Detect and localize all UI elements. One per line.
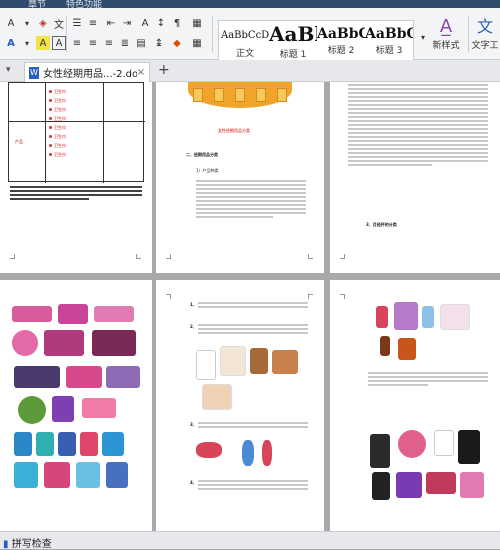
sub-heading: 1）产品种类: [196, 168, 219, 173]
page-table: 产品 卫生巾 卫生巾 卫生巾 卫生巾 卫生巾 卫生巾 卫生巾 卫生巾: [8, 82, 145, 183]
ribbon-divider: [468, 16, 469, 52]
font-color-icon[interactable]: A: [4, 36, 18, 50]
close-tab-icon[interactable]: ×: [137, 67, 145, 78]
section-heading: 3、月经杯的分类: [366, 222, 397, 227]
dropdown-icon[interactable]: ▾: [20, 36, 34, 50]
tab-nav-icon[interactable]: ▾: [6, 65, 11, 75]
borders-icon[interactable]: ▦: [190, 16, 204, 30]
page-1: 产品 卫生巾 卫生巾 卫生巾 卫生巾 卫生巾 卫生巾 卫生巾 卫生巾: [0, 82, 152, 273]
page-text-block: [198, 324, 308, 336]
table-cell-list: 卫生巾 卫生巾 卫生巾 卫生巾 卫生巾 卫生巾 卫生巾 卫生巾: [49, 87, 66, 159]
numbering-icon[interactable]: ≡: [86, 16, 100, 30]
document-tab-title: 女性经期用品...-2.doc: [43, 69, 137, 80]
show-marks-icon[interactable]: ¶: [170, 16, 184, 30]
sort-icon[interactable]: ↕: [154, 16, 168, 30]
diagram-caption: 女性经期用品分类: [218, 128, 250, 133]
category-diagram: [188, 82, 292, 108]
page-text-block: [348, 84, 488, 168]
list-item-number: 4、: [190, 480, 197, 485]
table-borders-icon[interactable]: ▦: [190, 36, 204, 50]
bullets-icon[interactable]: ☰: [70, 16, 84, 30]
spell-check-status[interactable]: ▮ 拼写检查: [3, 535, 52, 550]
table-row-label: 产品: [15, 139, 23, 144]
page-6: [330, 280, 500, 531]
section-heading: 二、经期用品分类: [186, 152, 218, 157]
page-text-block: [198, 302, 308, 310]
text-tool-button[interactable]: 文 文字工: [470, 16, 500, 60]
style-heading-1[interactable]: AaBl 标题 1: [269, 21, 317, 65]
page-text-block: [368, 372, 488, 388]
ribbon-divider: [212, 16, 213, 52]
dropdown-icon[interactable]: ▾: [20, 16, 34, 30]
clear-format-icon[interactable]: ◈: [36, 16, 50, 30]
new-style-label: 新样式: [432, 41, 460, 51]
page-text-block: [10, 186, 142, 202]
document-tab-bar: ▾ W 女性经期用品...-2.doc × +: [0, 60, 500, 82]
status-bar: ▮ 拼写检查: [0, 531, 500, 550]
char-border-icon[interactable]: A: [52, 36, 66, 50]
align-center-icon[interactable]: ≡: [86, 36, 100, 50]
document-tab[interactable]: W 女性经期用品...-2.doc ×: [24, 62, 150, 82]
line-spacing-icon[interactable]: ↨: [152, 36, 166, 50]
list-item-number: 3、: [190, 422, 197, 427]
decrease-indent-icon[interactable]: ⇤: [104, 16, 118, 30]
style-heading-2[interactable]: AaBbCc 标题 2: [317, 21, 365, 65]
highlight-icon[interactable]: A: [36, 36, 50, 50]
page-text-block: [198, 422, 308, 430]
new-style-button[interactable]: A̲ 新样式: [426, 16, 466, 60]
page-3: 3、月经杯的分类: [330, 82, 500, 273]
menu-bar: 章节 特色功能: [0, 0, 500, 10]
text-case-icon[interactable]: 文: [52, 16, 66, 31]
list-item-number: 1、: [190, 302, 197, 307]
align-left-icon[interactable]: ≡: [70, 36, 84, 50]
spell-check-label: 拼写检查: [11, 539, 52, 550]
align-right-icon[interactable]: ≡: [102, 36, 116, 50]
spell-check-icon: ▮: [3, 539, 9, 550]
distributed-icon[interactable]: ▤: [134, 36, 148, 50]
shading-icon[interactable]: ◆: [170, 36, 184, 50]
page-4: [0, 280, 152, 531]
style-gallery[interactable]: AaBbCcDd 正文 AaBl 标题 1 AaBbCc 标题 2 AaBbC …: [218, 20, 414, 64]
page-2: 女性经期用品分类 二、经期用品分类 1）产品种类: [156, 82, 324, 273]
new-style-icon: A̲: [439, 16, 453, 37]
page-text-block: [196, 180, 306, 220]
text-tool-icon: 文: [476, 17, 493, 36]
text-tool-label: 文字工: [471, 41, 499, 51]
document-canvas[interactable]: 产品 卫生巾 卫生巾 卫生巾 卫生巾 卫生巾 卫生巾 卫生巾 卫生巾 女性经期用…: [0, 82, 500, 531]
style-heading-3[interactable]: AaBbC 标题 3: [365, 21, 413, 65]
chinese-layout-icon[interactable]: A: [138, 16, 152, 30]
page-text-block: [198, 480, 308, 492]
word-doc-icon: W: [29, 66, 39, 79]
page-5: 1、 2、 3、 4、: [156, 280, 324, 531]
new-tab-button[interactable]: +: [158, 62, 170, 78]
ribbon-divider: [66, 16, 67, 52]
ribbon-toolbar: A ▾ ◈ 文 ☰ ≡ ⇤ ⇥ A ↕ ¶ ▦ A ▾ A A ≡ ≡ ≡ ≣ …: [0, 8, 500, 64]
list-item-number: 2、: [190, 324, 197, 329]
justify-icon[interactable]: ≣: [118, 36, 132, 50]
style-normal[interactable]: AaBbCcDd 正文: [221, 21, 269, 65]
font-shrink-icon[interactable]: A: [4, 16, 18, 30]
increase-indent-icon[interactable]: ⇥: [120, 16, 134, 30]
